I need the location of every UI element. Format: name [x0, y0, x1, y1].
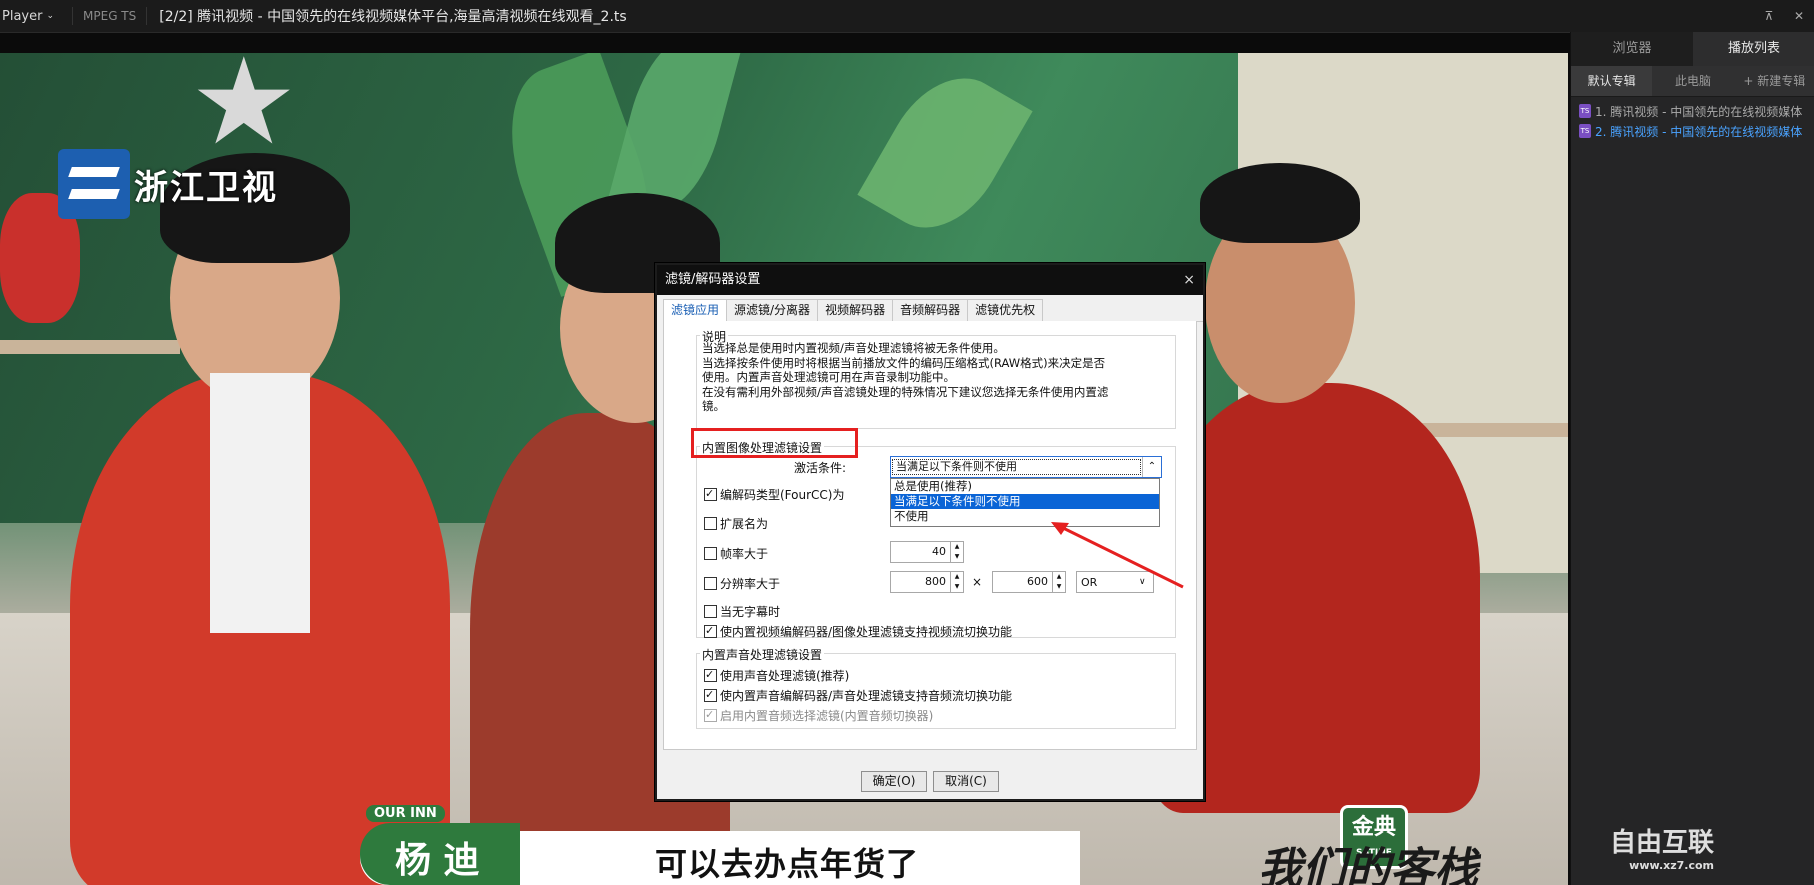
tab-filter-priority[interactable]: 滤镜优先权 — [967, 299, 1044, 321]
app-menu-button[interactable]: Player ⌄ — [0, 9, 54, 24]
annotation-arrow-icon — [1051, 522, 1184, 589]
framerate-checkbox[interactable] — [704, 547, 717, 560]
file-title: [2/2] 腾讯视频 - 中国领先的在线视频媒体平台,海量高清视频在线观看_2.… — [159, 9, 627, 25]
scene-person-shirt — [210, 373, 310, 633]
ts-file-icon: TS — [1579, 124, 1591, 138]
playlist-item-label: 2. 腾讯视频 - 中国领先的在线视频媒体 — [1595, 124, 1803, 139]
resolution-width-value: 800 — [925, 575, 946, 588]
format-label: MPEG TS — [72, 7, 148, 25]
fourcc-option[interactable]: 编解码类型(FourCC)为 — [704, 486, 844, 503]
framerate-value: 40 — [932, 545, 946, 558]
nosub-label: 当无字幕时 — [720, 605, 781, 619]
cancel-button[interactable]: 取消(C) — [933, 771, 999, 792]
times-sign: × — [972, 575, 983, 589]
audio-filter-checkbox[interactable] — [704, 669, 717, 682]
nosub-option[interactable]: 当无字幕时 — [704, 603, 780, 620]
our-inn-tag: OUR INN — [366, 805, 445, 822]
watermark-main: 自由互联 — [1610, 828, 1715, 858]
framerate-label: 帧率大于 — [720, 547, 769, 561]
dialog-title: 滤镜/解码器设置 — [665, 272, 761, 287]
channel-logo-text: 浙江卫视 — [134, 167, 278, 208]
app-name: Player — [2, 8, 43, 24]
chevron-up-icon: ⌃ — [1142, 457, 1161, 477]
fourcc-label: 编解码类型(FourCC)为 — [720, 488, 845, 502]
audio-filter-label: 使用声音处理滤镜(推荐) — [720, 669, 850, 683]
stepper-down-icon[interactable]: ▼ — [951, 582, 963, 592]
speaker-name: 杨 迪 — [395, 840, 480, 881]
tab-filter-apply[interactable]: 滤镜应用 — [663, 299, 728, 322]
description-line: 镜。 — [702, 399, 725, 414]
audio-filter-legend: 内置声音处理滤镜设置 — [700, 646, 825, 663]
watermark-sub: www.xz7.com — [1629, 859, 1715, 872]
framerate-stepper[interactable]: 40 ▲ ▼ — [890, 541, 964, 563]
subtab-default-album[interactable]: 默认专辑 — [1571, 66, 1653, 96]
audio-switch-option[interactable]: 使内置声音编解码器/声音处理滤镜支持音频流切换功能 — [704, 687, 1012, 704]
close-icon[interactable]: × — [1183, 265, 1195, 295]
zjtv-logo-icon — [58, 149, 130, 219]
description-line: 当选择总是使用时内置视频/声音处理滤镜将被无条件使用。 — [702, 341, 1005, 355]
scene-shelf — [0, 340, 180, 354]
audio-selector-checkbox — [704, 709, 717, 722]
tab-video-decoder[interactable]: 视频解码器 — [817, 299, 894, 321]
dialog-title-bar: 滤镜/解码器设置 × — [657, 265, 1203, 295]
pin-icon[interactable]: ⊼ — [1754, 0, 1784, 32]
description-text: 当选择总是使用时内置视频/声音处理滤镜将被无条件使用。 当选择按条件使用时将根据… — [702, 341, 1172, 414]
extension-label: 扩展名为 — [720, 517, 769, 531]
subtab-new-album[interactable]: + 新建专辑 — [1734, 66, 1814, 96]
scene-person-hair — [1200, 163, 1360, 243]
activation-select[interactable]: 当满足以下条件则不使用 ⌃ — [890, 456, 1162, 478]
tab-source-filter[interactable]: 源滤镜/分离器 — [726, 299, 819, 321]
framerate-option[interactable]: 帧率大于 — [704, 545, 768, 562]
ts-file-icon: TS — [1579, 104, 1591, 118]
extension-checkbox[interactable] — [704, 517, 717, 530]
audio-selector-option: 启用内置音频选择滤镜(内置音频切换器) — [704, 707, 933, 724]
description-line: 使用。内置声音处理滤镜可用在声音录制功能中。 — [702, 370, 955, 385]
channel-logo: 浙江卫视 — [58, 149, 278, 219]
stepper-down-icon[interactable]: ▼ — [951, 552, 963, 562]
dropdown-option-always[interactable]: 总是使用(推荐) — [891, 479, 1159, 494]
resolution-width-stepper[interactable]: 800 ▲ ▼ — [890, 571, 964, 593]
tab-audio-decoder[interactable]: 音频解码器 — [892, 299, 969, 321]
tab-browser[interactable]: 浏览器 — [1571, 32, 1693, 66]
dialog-tabs: 滤镜应用 源滤镜/分离器 视频解码器 音频解码器 滤镜优先权 — [663, 299, 1203, 322]
audio-switch-label: 使内置声音编解码器/声音处理滤镜支持音频流切换功能 — [720, 689, 1013, 703]
description-line: 当选择按条件使用时将根据当前播放文件的编码压缩格式(RAW格式)来决定是否 — [702, 355, 1106, 370]
activation-select-value: 当满足以下条件则不使用 — [892, 459, 1141, 475]
playlist-item[interactable]: TS 1. 腾讯视频 - 中国领先的在线视频媒体 — [1571, 101, 1814, 121]
filter-decoder-settings-dialog: 滤镜/解码器设置 × 滤镜应用 源滤镜/分离器 视频解码器 音频解码器 滤镜优先… — [655, 263, 1205, 801]
video-switch-label: 使内置视频编解码器/图像处理滤镜支持视频流切换功能 — [720, 625, 1013, 639]
stepper-up-icon[interactable]: ▲ — [951, 542, 963, 552]
audio-switch-checkbox[interactable] — [704, 689, 717, 702]
audio-filter-option[interactable]: 使用声音处理滤镜(推荐) — [704, 667, 849, 684]
subtab-this-pc[interactable]: 此电脑 — [1652, 66, 1733, 96]
resolution-height-value: 600 — [1027, 575, 1048, 588]
annotation-highlight-box — [691, 428, 858, 458]
resolution-label: 分辨率大于 — [720, 577, 781, 591]
subtitle-text: 可以去办点年货了 — [655, 845, 920, 883]
video-switch-checkbox[interactable] — [704, 625, 717, 638]
star-decoration-icon: ★ — [190, 53, 298, 172]
dropdown-option-conditional[interactable]: 当满足以下条件则不使用 — [891, 494, 1159, 509]
resolution-checkbox[interactable] — [704, 577, 717, 590]
activation-label: 激活条件: — [794, 461, 847, 475]
resolution-option[interactable]: 分辨率大于 — [704, 575, 780, 592]
close-icon[interactable]: ✕ — [1784, 0, 1814, 32]
ok-button[interactable]: 确定(O) — [861, 771, 927, 792]
title-bar: Player ⌄ MPEG TS [2/2] 腾讯视频 - 中国领先的在线视频媒… — [0, 0, 1814, 33]
chevron-down-icon: ⌄ — [46, 11, 55, 21]
nosub-checkbox[interactable] — [704, 605, 717, 618]
playlist-item[interactable]: TS 2. 腾讯视频 - 中国领先的在线视频媒体 — [1571, 121, 1814, 141]
site-watermark: 自由互联 www.xz7.com — [1610, 822, 1714, 872]
video-switch-option[interactable]: 使内置视频编解码器/图像处理滤镜支持视频流切换功能 — [704, 623, 1012, 640]
show-logo: 我们的客栈 — [1258, 844, 1478, 885]
description-line: 在没有需利用外部视频/声音滤镜处理的特殊情况下建议您选择无条件使用内置滤 — [702, 384, 1109, 399]
stepper-up-icon[interactable]: ▲ — [951, 572, 963, 582]
extension-option[interactable]: 扩展名为 — [704, 515, 768, 532]
fourcc-checkbox[interactable] — [704, 488, 717, 501]
tab-playlist[interactable]: 播放列表 — [1693, 32, 1814, 66]
playlist-sidebar: 浏览器 播放列表 默认专辑 此电脑 + 新建专辑 TS 1. 腾讯视频 - 中国… — [1570, 32, 1814, 885]
playlist-item-label: 1. 腾讯视频 - 中国领先的在线视频媒体 — [1595, 104, 1803, 119]
audio-selector-label: 启用内置音频选择滤镜(内置音频切换器) — [720, 709, 934, 723]
